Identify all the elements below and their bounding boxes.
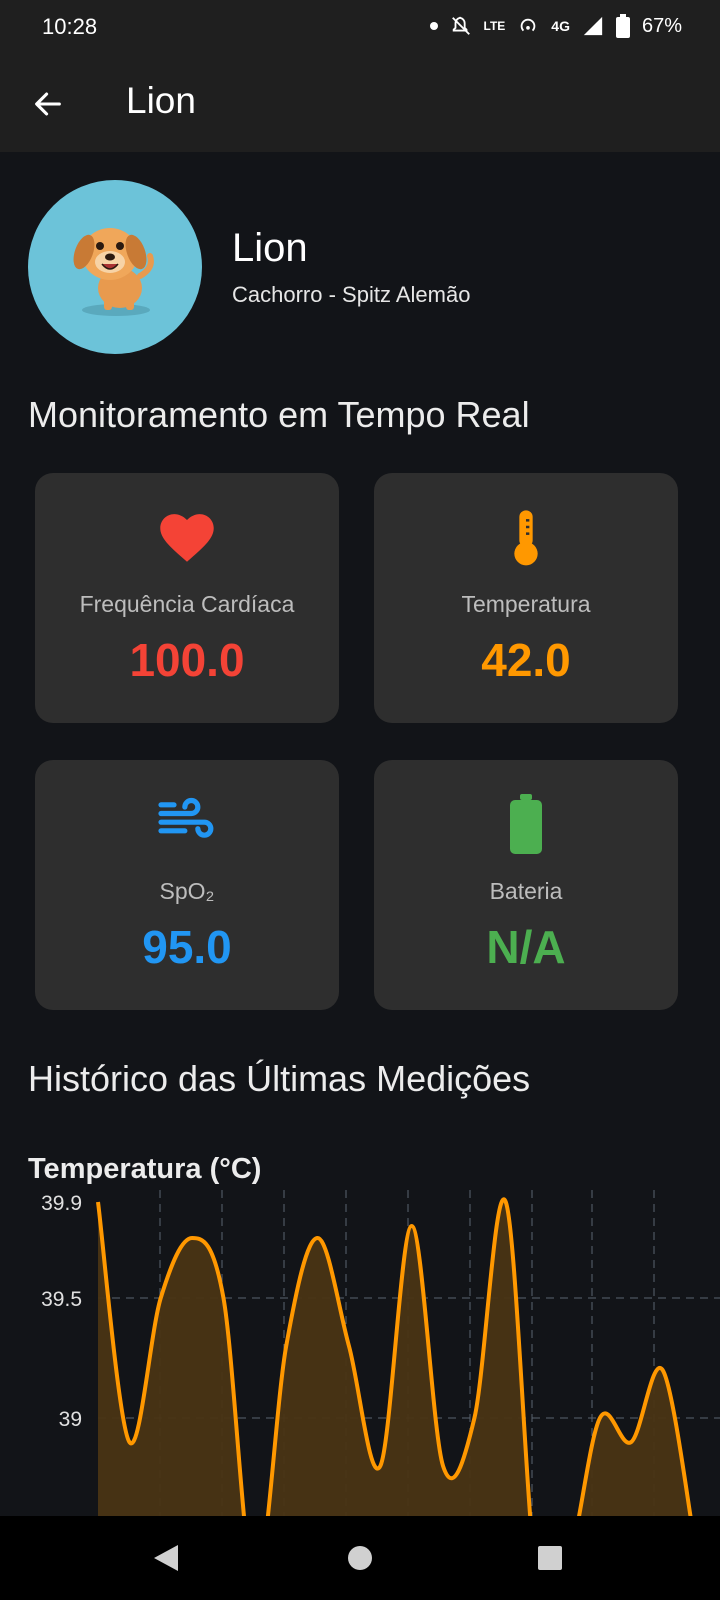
signal-icon [583,16,603,36]
nav-home-icon [348,1546,372,1570]
app-bar: Lion [0,52,720,152]
chart-ytick-label: 39.5 [41,1288,82,1311]
status-bar: 10:28 LTE 4G 67% [0,0,720,52]
thermometer-icon [374,507,678,567]
arrow-back-icon [35,92,61,116]
nav-recents-button[interactable] [530,1538,570,1578]
battery-icon [374,794,678,854]
heart-rate-card: Frequência Cardíaca 100.0 [35,473,339,723]
spo2-value: 95.0 [142,921,232,973]
battery-label: Bateria [489,878,563,904]
page-title: Lion [126,80,196,121]
monitoring-section-title: Monitoramento em Tempo Real [28,394,530,435]
temperature-chart: 39.9 39.5 39 [41,1190,720,1516]
chart-ytick-label: 39.9 [41,1192,82,1215]
hotspot-icon [521,18,536,32]
notification-dot-icon [429,22,438,30]
heart-rate-label: Frequência Cardíaca [79,591,295,617]
battery-card: Bateria N/A [374,760,678,1010]
heart-rate-value: 100.0 [129,634,245,686]
back-button[interactable] [26,82,70,126]
heart-icon [35,507,339,567]
network-type: 4G [551,18,570,34]
nav-back-icon [154,1545,178,1571]
temperature-label: Temperatura [461,591,591,617]
battery-percent: 67% [641,14,682,37]
status-time: 10:28 [42,14,98,39]
status-icons: LTE 4G 67% [429,14,682,38]
bell-off-icon [451,16,470,35]
dog-illustration [73,228,154,316]
history-section-title: Histórico das Últimas Medições [28,1058,531,1099]
battery-value: N/A [486,921,566,973]
pet-name: Lion [232,226,308,270]
temperature-value: 42.0 [481,634,571,686]
pet-species-breed: Cachorro - Spitz Alemão [232,282,471,307]
nav-recents-icon [538,1546,562,1570]
wind-icon [35,794,339,854]
spo2-label: SpO₂ [159,878,215,904]
volte-icon: LTE [483,19,506,33]
chart-title: Temperatura (°C) [28,1153,262,1185]
temperature-card: Temperatura 42.0 [374,473,678,723]
nav-back-button[interactable] [146,1538,186,1578]
pet-avatar [28,180,202,354]
nav-home-button[interactable] [340,1538,380,1578]
spo2-card: SpO₂ 95.0 [35,760,339,1010]
chart-ytick-label: 39 [59,1408,82,1431]
battery-status-icon [615,14,630,38]
navigation-bar [0,1516,720,1600]
